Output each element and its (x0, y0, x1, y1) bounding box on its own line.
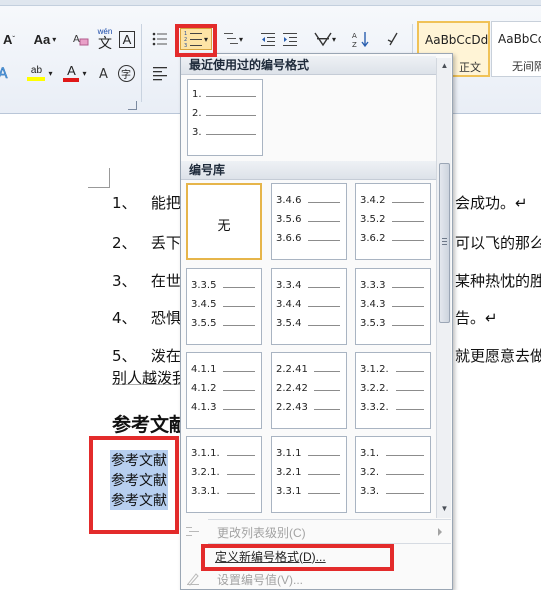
text-effects-icon[interactable]: A (0, 62, 14, 84)
enclose-characters-button[interactable]: 字 (116, 62, 136, 84)
set-value-icon (181, 568, 205, 590)
svg-text:A: A (99, 67, 108, 82)
phonetic-guide-button[interactable]: wén 文 (94, 25, 116, 51)
scroll-up-icon[interactable]: ▲ (437, 58, 452, 72)
paragraph-text-tail: 会成功。↵ (455, 194, 528, 212)
numbering-format-option[interactable]: 4.1.1 4.1.2 4.1.3 (186, 352, 262, 429)
references-heading: 参考文献 (112, 414, 189, 436)
chinese-layout-icon[interactable]: ▾ (312, 28, 338, 50)
margin-corner-mark (88, 168, 110, 188)
recent-formats-header: 最近使用过的编号格式 (181, 56, 436, 75)
numbering-format-option[interactable]: 3.3.5 3.4.5 3.5.5 (186, 268, 262, 345)
list-number: 1、 (112, 194, 137, 212)
annotation-highlight-references (89, 436, 179, 534)
character-shading-icon[interactable]: A (96, 62, 114, 84)
numbering-format-option[interactable]: 3.3.3 3.4.3 3.5.3 (355, 268, 431, 345)
paragraph-text-tail: 告。↵ (455, 309, 498, 327)
set-numbering-value-item[interactable]: 设置编号值(V)... (181, 568, 452, 590)
paragraph-text-tail: 可以飞的那么高 (455, 234, 541, 252)
svg-text:A: A (0, 66, 8, 82)
ribbon-tab-strip (0, 0, 541, 6)
svg-text:A: A (73, 34, 80, 45)
increase-indent-icon[interactable] (280, 28, 300, 50)
highlight-color-button[interactable]: ab ▾ (22, 62, 58, 84)
menu-separator (208, 519, 451, 520)
numbering-format-option[interactable]: 3.4.2 3.5.2 3.6.2 (355, 183, 431, 260)
list-number: 5、 (112, 347, 137, 365)
numbering-format-option[interactable]: 3.4.6 3.5.6 3.6.6 (271, 183, 347, 260)
submenu-arrow-icon (438, 528, 442, 536)
paragraph-text-tail: 就更愿意去做什 (455, 347, 541, 365)
list-number: 2、 (112, 234, 137, 252)
annotation-highlight-numbering-button (175, 24, 217, 57)
numbering-format-option[interactable]: 3.1.1. 3.2.1. 3.3.1. (186, 436, 262, 513)
numbering-format-option[interactable]: 3.1. 3.2. 3.3. (355, 436, 431, 513)
clear-formatting-icon[interactable]: A (70, 28, 92, 50)
numbering-format-option[interactable]: 3.3.4 3.4.4 3.5.4 (271, 268, 347, 345)
bullets-icon[interactable] (150, 28, 170, 50)
library-scrollbar[interactable]: ▲ ▼ (436, 58, 451, 518)
paragraph-text-line2: 别人越泼我 (112, 369, 188, 387)
recent-numbering-format[interactable]: 1. 2. 3. (187, 79, 263, 156)
svg-text:A: A (352, 32, 357, 40)
numbering-library-header: 编号库 (181, 161, 436, 180)
list-number: 3、 (112, 272, 137, 290)
sort-icon[interactable]: AZ (350, 28, 372, 50)
group-separator (141, 24, 142, 102)
change-case-button[interactable]: Aa ▾ (30, 28, 60, 50)
scroll-thumb[interactable] (439, 163, 450, 323)
decrease-indent-icon[interactable] (258, 28, 278, 50)
style-no-spacing[interactable]: AaBbCcI 无间隔 (491, 21, 541, 77)
annotation-highlight-define-format (201, 544, 394, 571)
paragraph-text-tail: 某种热忱的胜利 (455, 272, 541, 290)
svg-text:Z: Z (352, 41, 357, 48)
numbering-none-option[interactable]: 无 (186, 183, 262, 260)
multilevel-list-icon[interactable]: ▾ (222, 28, 244, 50)
list-level-icon (181, 521, 205, 543)
change-list-level-item[interactable]: 更改列表级别(C) (181, 521, 452, 543)
shrink-font-button[interactable]: Aˇ (0, 28, 18, 50)
align-left-icon[interactable] (150, 62, 170, 84)
character-border-button[interactable]: A (118, 28, 136, 50)
show-formatting-marks-icon[interactable] (384, 28, 402, 50)
font-color-button[interactable]: A ▾ (60, 62, 90, 84)
numbering-format-option[interactable]: 3.1.2. 3.2.2. 3.3.2. (355, 352, 431, 429)
numbering-format-option[interactable]: 3.1.1 3.2.1 3.3.1 (271, 436, 347, 513)
font-dialog-launcher-icon[interactable] (128, 101, 137, 110)
numbering-format-option[interactable]: 2.2.41 2.2.42 2.2.43 (271, 352, 347, 429)
list-number: 4、 (112, 309, 137, 327)
scroll-down-icon[interactable]: ▼ (437, 501, 452, 515)
